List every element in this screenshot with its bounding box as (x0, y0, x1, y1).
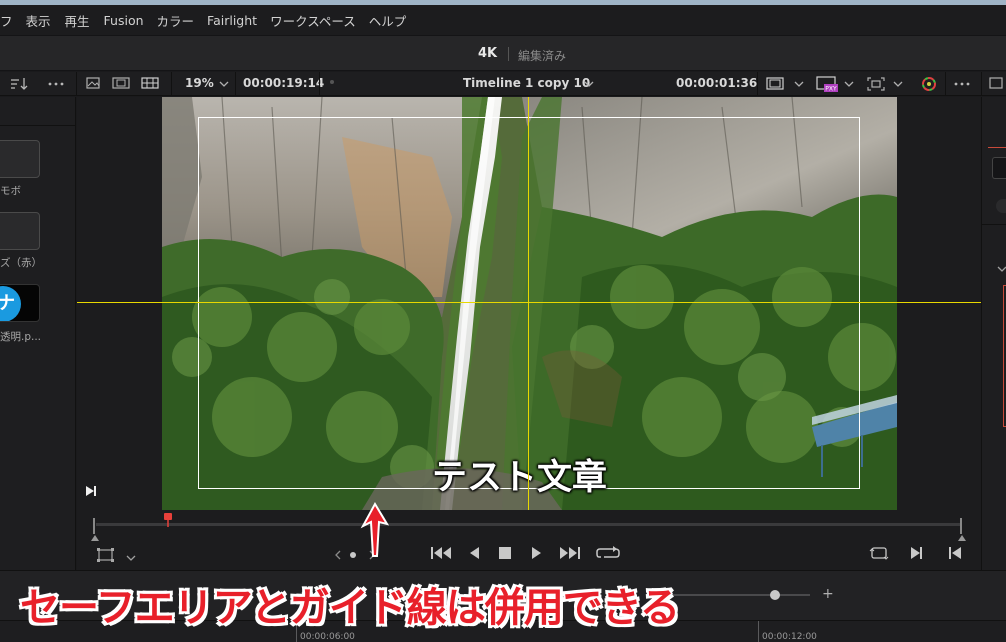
next-clip-icon[interactable] (910, 546, 924, 563)
zoom-in-icon[interactable]: + (822, 586, 834, 602)
effect-thumbnail[interactable] (0, 140, 40, 178)
viewer-toolbar: 19% 00:00:19:14 Timeline 1 copy 10 00:00… (0, 72, 1006, 96)
chevron-down-icon[interactable] (584, 78, 594, 90)
ruler-timecode: 00:00:12:00 (762, 632, 817, 642)
film-icon[interactable] (112, 77, 130, 91)
sort-icon[interactable] (10, 77, 28, 93)
menu-item-fusion[interactable]: Fusion (104, 13, 144, 28)
transport-area (77, 510, 981, 570)
toolbar-divider (981, 72, 982, 96)
menu-item-file[interactable]: フ (0, 11, 13, 30)
stop-icon[interactable] (499, 547, 511, 562)
fullscreen-icon[interactable] (869, 546, 889, 563)
scrubber-track[interactable] (96, 523, 962, 526)
title-divider (508, 47, 509, 61)
chevron-down-icon[interactable] (844, 78, 854, 90)
skip-end-icon[interactable] (559, 546, 581, 563)
chevron-down-icon[interactable] (126, 551, 136, 565)
toolbar-divider (945, 72, 946, 96)
video-frame[interactable]: テスト文章 (162, 97, 897, 510)
chevron-down-icon[interactable] (997, 262, 1006, 276)
ruler-tick (758, 621, 759, 642)
panel-divider (0, 125, 76, 126)
toolbar-divider (757, 72, 758, 96)
panel-divider (982, 224, 1006, 225)
toolbar-divider (235, 72, 236, 96)
go-to-end-icon[interactable] (84, 484, 98, 501)
project-name: 4K (478, 46, 498, 61)
project-status: 編集済み (518, 49, 567, 63)
viewer-size-icon[interactable] (97, 548, 117, 565)
menu-item-help[interactable]: ヘルプ (369, 11, 407, 30)
toolbar-divider (76, 72, 77, 96)
out-handle-icon[interactable] (958, 530, 966, 544)
menu-item-fairlight[interactable]: Fairlight (207, 13, 257, 28)
proxy-icon[interactable]: PXY (816, 76, 838, 94)
more-icon[interactable] (47, 77, 65, 93)
step-back-icon[interactable] (948, 546, 962, 563)
play-icon[interactable] (531, 546, 543, 563)
horizontal-guide-line (77, 302, 981, 303)
inspector-toggle[interactable] (996, 199, 1006, 213)
project-title-bar: 4K 編集済み (0, 35, 1006, 71)
chevron-down-icon[interactable] (794, 78, 804, 90)
toolbar-divider (171, 72, 172, 96)
menu-item-color[interactable]: カラー (157, 11, 195, 30)
menu-item-view[interactable]: 表示 (26, 11, 51, 30)
svg-text:PXY: PXY (825, 86, 837, 93)
effects-panel: モボ ズ（赤） ナ 透明.p... (0, 97, 76, 570)
in-handle-icon[interactable] (91, 530, 99, 544)
effect-label: モボ (0, 185, 21, 197)
effect-thumbnail[interactable] (0, 212, 40, 250)
inspector-accent (988, 147, 1006, 148)
effect-thumbnail[interactable]: ナ (0, 284, 40, 322)
vertical-guide-line (528, 97, 529, 510)
ruler-timecode: 00:00:06:00 (300, 632, 355, 642)
menu-item-workspace[interactable]: ワークスペース (270, 11, 356, 30)
safe-area-guide (198, 117, 860, 489)
color-wheel-icon[interactable] (920, 75, 938, 95)
source-timecode[interactable]: 00:00:19:14 (243, 76, 324, 90)
marker-dot (330, 80, 334, 84)
clip-badge: ナ (0, 286, 21, 321)
playhead-icon[interactable] (163, 513, 173, 530)
record-timecode[interactable]: 00:00:01:36 (676, 76, 757, 90)
effect-label: ズ（赤） (0, 257, 42, 269)
chevron-down-icon[interactable] (219, 78, 229, 90)
zoom-level[interactable]: 19% (185, 76, 214, 90)
panel-divider (0, 570, 1006, 571)
annotation-caption: セーフエリアとガイド線は併用できる (20, 585, 680, 631)
toolbar-divider (319, 72, 320, 96)
video-overlay-text[interactable]: テスト文章 (432, 449, 607, 500)
transform-icon[interactable] (866, 76, 886, 94)
annotation-arrow-icon (360, 501, 390, 557)
timeline-name[interactable]: Timeline 1 copy 10 (463, 76, 590, 90)
more-icon[interactable] (953, 77, 971, 93)
loop-icon[interactable] (596, 545, 620, 564)
grid-icon[interactable] (141, 77, 159, 91)
zoom-slider-thumb[interactable] (770, 590, 780, 600)
image-icon[interactable] (86, 77, 100, 91)
menu-bar: フ 表示 再生 Fusion カラー Fairlight ワークスペース ヘルプ (0, 5, 1006, 35)
safe-area-icon[interactable] (766, 77, 784, 92)
menu-item-playback[interactable]: 再生 (65, 11, 90, 30)
image-icon[interactable] (989, 77, 1003, 91)
chevron-down-icon[interactable] (893, 78, 903, 90)
play-reverse-icon[interactable] (468, 546, 480, 563)
skip-start-icon[interactable] (430, 546, 452, 563)
effect-label: 透明.p... (0, 331, 42, 343)
inspector-panel (981, 97, 1006, 570)
inspector-field[interactable] (992, 157, 1006, 179)
